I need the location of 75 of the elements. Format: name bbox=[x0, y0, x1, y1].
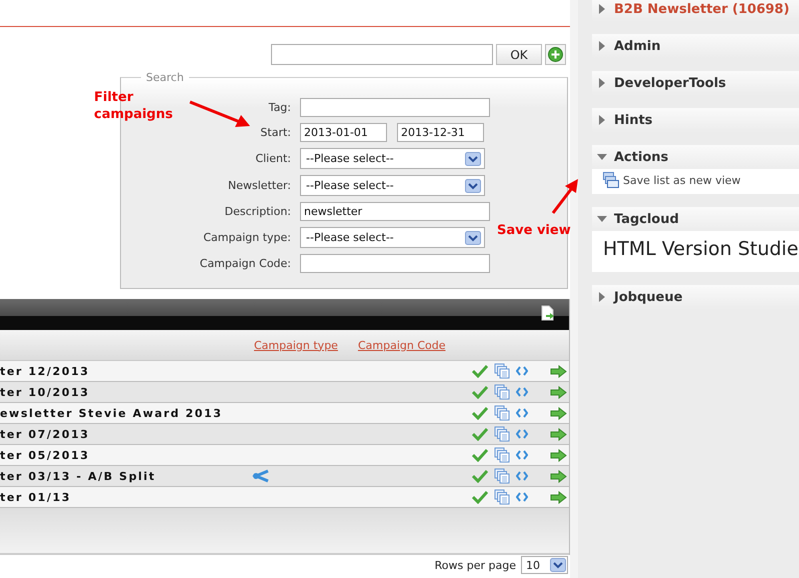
split-icon bbox=[252, 469, 269, 483]
ok-button[interactable]: OK bbox=[496, 44, 542, 65]
code-icon[interactable] bbox=[516, 492, 528, 502]
annotation-label: Save view bbox=[497, 223, 571, 238]
code-icon[interactable] bbox=[516, 471, 528, 481]
check-icon[interactable] bbox=[472, 406, 488, 420]
check-icon[interactable] bbox=[472, 448, 488, 462]
campaign-name: ewsletter Stevie Award 2013 bbox=[0, 406, 224, 420]
table-row[interactable]: ter 03/13 - A/B Split bbox=[0, 466, 569, 487]
campaign-name: ter 03/13 - A/B Split bbox=[0, 470, 157, 482]
copy-icon[interactable] bbox=[494, 384, 510, 400]
arrow-right-icon[interactable] bbox=[550, 364, 567, 378]
check-icon[interactable] bbox=[472, 490, 488, 504]
table-row[interactable]: ter 01/13 bbox=[0, 487, 569, 508]
add-button[interactable] bbox=[545, 44, 566, 65]
code-icon[interactable] bbox=[516, 450, 528, 460]
check-icon[interactable] bbox=[472, 469, 488, 483]
rows-per-page-select[interactable]: 10 bbox=[521, 556, 568, 574]
check-icon[interactable] bbox=[472, 385, 488, 399]
campaign-name: ter 05/2013 bbox=[0, 448, 91, 462]
field-label: Campaign Code: bbox=[198, 257, 291, 270]
select-field[interactable]: --Please select-- bbox=[300, 227, 485, 248]
copy-icon[interactable] bbox=[494, 426, 510, 442]
arrow-right-icon[interactable] bbox=[550, 490, 567, 504]
field-label: Campaign type: bbox=[202, 231, 291, 244]
column-header-link[interactable]: Campaign type bbox=[254, 338, 338, 352]
code-icon[interactable] bbox=[516, 408, 528, 418]
arrow-right-icon[interactable] bbox=[550, 428, 567, 440]
campaign-name: ter 07/2013 bbox=[0, 428, 91, 440]
save-view-link[interactable]: Save list as new view bbox=[623, 174, 741, 186]
annotation-label: Filter campaigns bbox=[94, 89, 174, 123]
annotation-arrow bbox=[550, 178, 579, 216]
select-field[interactable]: --Please select-- bbox=[300, 175, 485, 196]
campaign-name: ter 01/13 bbox=[0, 490, 72, 504]
windows-icon bbox=[603, 172, 619, 188]
table-row[interactable]: ter 07/2013 bbox=[0, 424, 569, 445]
copy-icon[interactable] bbox=[494, 468, 510, 484]
table-row[interactable]: ter 12/2013 bbox=[0, 361, 569, 382]
export-icon[interactable] bbox=[541, 305, 555, 321]
copy-icon[interactable] bbox=[494, 363, 510, 379]
date-field[interactable]: 2013-01-01 bbox=[300, 123, 387, 142]
table-row[interactable]: ter 10/2013 bbox=[0, 382, 569, 403]
annotation-arrow bbox=[188, 99, 252, 129]
campaign-name: ter 10/2013 bbox=[0, 386, 91, 398]
search-legend: Search bbox=[141, 71, 189, 84]
tag-link[interactable]: HTML Version Studie bbox=[603, 238, 798, 260]
plus-icon bbox=[548, 47, 563, 62]
field-label: Start: bbox=[259, 126, 291, 139]
copy-icon[interactable] bbox=[494, 405, 510, 421]
code-icon[interactable] bbox=[516, 366, 528, 376]
select-field[interactable]: --Please select-- bbox=[300, 148, 485, 169]
copy-icon[interactable] bbox=[494, 447, 510, 463]
code-icon[interactable] bbox=[516, 387, 528, 397]
copy-icon[interactable] bbox=[494, 489, 510, 505]
field-label: Description: bbox=[224, 205, 291, 218]
field-label: Tag: bbox=[268, 101, 291, 114]
date-field[interactable]: 2013-12-31 bbox=[397, 123, 484, 142]
arrow-right-icon[interactable] bbox=[550, 386, 567, 398]
code-icon[interactable] bbox=[516, 429, 528, 439]
text-field[interactable]: newsletter bbox=[300, 202, 490, 221]
check-icon[interactable] bbox=[472, 427, 488, 441]
text-field[interactable] bbox=[300, 98, 490, 117]
campaign-name: ter 12/2013 bbox=[0, 364, 91, 378]
table-row[interactable]: ewsletter Stevie Award 2013 bbox=[0, 403, 569, 424]
arrow-right-icon[interactable] bbox=[550, 406, 567, 420]
arrow-right-icon[interactable] bbox=[550, 448, 567, 462]
rows-per-page-label: Rows per page bbox=[434, 558, 516, 572]
text-field[interactable] bbox=[300, 254, 490, 273]
column-header-link[interactable]: Campaign Code bbox=[358, 338, 446, 352]
table-row[interactable]: ter 05/2013 bbox=[0, 445, 569, 466]
quick-search-field[interactable] bbox=[271, 44, 493, 65]
field-label: Client: bbox=[254, 152, 291, 165]
check-icon[interactable] bbox=[472, 364, 488, 378]
field-label: Newsletter: bbox=[227, 179, 291, 192]
arrow-right-icon[interactable] bbox=[550, 470, 567, 482]
